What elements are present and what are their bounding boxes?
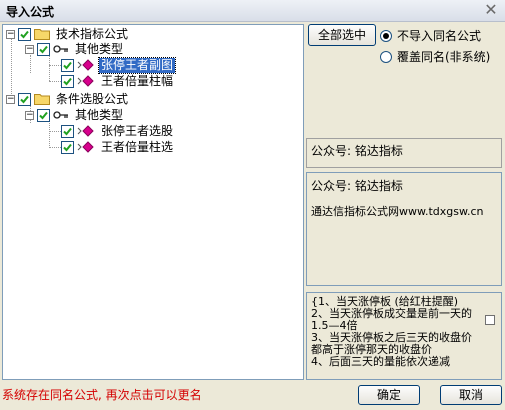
tree-node-label: 条件选股公式 (56, 91, 129, 106)
tree-node-other-type[interactable]: − 其他类型 (25, 107, 125, 123)
formula-gem-icon (77, 125, 94, 137)
tree-node-label: 其他类型 (75, 41, 124, 56)
close-icon[interactable]: ✕ (483, 1, 499, 19)
formula-gem-icon (77, 75, 94, 87)
window-title: 导入公式 (6, 5, 55, 19)
ok-button[interactable]: 确定 (358, 385, 420, 405)
link-icon (53, 111, 68, 119)
checkbox-checked[interactable] (61, 124, 74, 138)
memo-checkbox[interactable] (485, 315, 495, 325)
tree-connector (49, 65, 61, 66)
checkbox-checked[interactable] (61, 140, 74, 154)
tree-connector (49, 81, 61, 82)
link-icon (53, 45, 68, 53)
formula-gem-icon (77, 141, 94, 153)
radio-label: 覆盖同名(非系统) (397, 50, 491, 64)
radio-no-import[interactable]: 不导入同名公式 (380, 27, 481, 44)
checkbox-checked[interactable] (18, 27, 31, 41)
tree-connector (49, 131, 61, 132)
tree-node-label: 技术指标公式 (56, 26, 129, 41)
tree-node-other-type[interactable]: − 其他类型 (25, 41, 125, 57)
checkbox-checked[interactable] (37, 108, 50, 122)
tree-node-label: 张停王者副图 (97, 56, 177, 74)
info-text: 公众号: 铭达指标 (311, 144, 403, 158)
checkbox-checked[interactable] (61, 58, 74, 72)
description-memo: 公众号: 铭达指标 通达信指标公式网www.tdxgsw.cn (306, 172, 502, 286)
formula-description: {1、当天涨停板 (给红柱提醒) 2、当天涨停板成交量是前一天的1.5—4倍 3… (311, 295, 472, 368)
tree-node-tech-formulas[interactable]: − 技术指标公式 (6, 26, 130, 42)
tree-connector (49, 121, 50, 148)
radio-label: 不导入同名公式 (397, 29, 482, 43)
collapse-toggle[interactable]: − (25, 110, 34, 120)
tree-connector (49, 55, 50, 81)
select-all-button[interactable]: 全部选中 (308, 24, 376, 46)
memo-line: 公众号: 铭达指标 (311, 179, 403, 193)
memo-line: 通达信指标公式网www.tdxgsw.cn (311, 205, 484, 218)
formula-memo[interactable]: {1、当天涨停板 (给红柱提醒) 2、当天涨停板成交量是前一天的1.5—4倍 3… (306, 292, 502, 380)
checkbox-checked[interactable] (18, 92, 31, 106)
tree-connector (49, 147, 61, 148)
tree-node-label: 王者倍量柱选 (101, 139, 174, 154)
formula-tree[interactable]: − 技术指标公式 − 其他类型 张停王者副图 王者倍量柱幅 − 条件选股公式 −… (2, 24, 304, 380)
radio-overwrite[interactable]: 覆盖同名(非系统) (380, 48, 490, 65)
folder-icon (34, 29, 50, 40)
cancel-button[interactable]: 取消 (440, 385, 502, 405)
tree-node-label: 其他类型 (75, 107, 124, 122)
tree-node-volume-screener[interactable]: 王者倍量柱选 (61, 139, 175, 155)
tree-node-label: 王者倍量柱幅 (101, 73, 174, 88)
status-message: 系统存在同名公式, 再次点击可以更名 (2, 388, 202, 402)
collapse-toggle[interactable]: − (25, 44, 34, 54)
checkbox-checked[interactable] (61, 74, 74, 88)
info-panel-name: 公众号: 铭达指标 (306, 138, 502, 168)
tree-node-zhangting-screener[interactable]: 张停王者选股 (61, 123, 175, 139)
collapse-toggle[interactable]: − (6, 29, 15, 39)
tree-node-label: 张停王者选股 (101, 123, 174, 138)
tree-node-screening-formulas[interactable]: − 条件选股公式 (6, 91, 130, 107)
title-bar: 导入公式 ✕ (0, 0, 505, 22)
radio-selected-indicator[interactable] (380, 29, 392, 42)
radio-unselected-indicator[interactable] (380, 50, 392, 63)
checkbox-checked[interactable] (37, 42, 50, 56)
tree-node-volume-bar[interactable]: 王者倍量柱幅 (61, 73, 175, 89)
tree-connector (30, 55, 31, 73)
formula-gem-icon (77, 59, 94, 71)
collapse-toggle[interactable]: − (6, 94, 15, 104)
tree-node-zhangting-subchart[interactable]: 张停王者副图 (61, 56, 177, 74)
folder-icon (34, 94, 50, 105)
